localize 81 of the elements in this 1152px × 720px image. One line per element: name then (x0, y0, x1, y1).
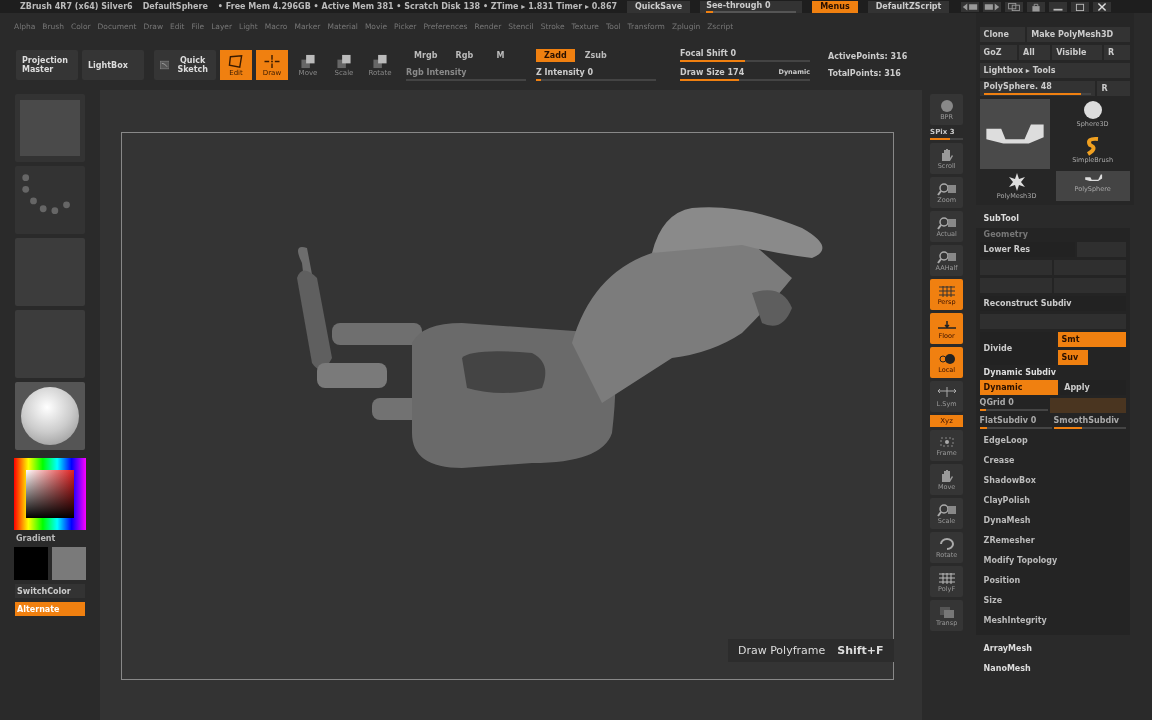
section-header[interactable]: Modify Topology (979, 552, 1126, 569)
restore-icon[interactable] (1071, 1, 1090, 12)
arrow-right-icon[interactable] (983, 1, 1002, 12)
smooth-subdiv-slider[interactable]: SmoothSubdiv (1053, 416, 1126, 429)
tool-button[interactable]: Make PolyMesh3D (1027, 27, 1130, 42)
active-points: ActivePoints: 316 (828, 52, 909, 61)
crosshair-icon (263, 53, 281, 69)
color-mode-button[interactable]: M (483, 49, 518, 62)
subtool-section-header[interactable]: NanoMesh (975, 658, 1152, 675)
tool-button[interactable]: Lightbox ▸ Tools (979, 63, 1130, 78)
qgrid-slider[interactable]: QGrid 0 (979, 398, 1048, 413)
magnifier-icon (936, 215, 957, 230)
dynamic-toggle[interactable]: Dynamic (979, 380, 1059, 395)
focal-shift-slider[interactable]: Focal Shift 0 (680, 49, 810, 62)
grid-icon (936, 283, 957, 298)
toolbar-button[interactable]: LightBox (82, 50, 144, 80)
arrow-left-icon[interactable] (961, 1, 980, 12)
subtool-section-header[interactable]: ArrayMesh (975, 638, 1152, 655)
main-color-swatch[interactable] (14, 547, 48, 580)
total-points: TotalPoints: 316 (828, 69, 902, 78)
cube-letter-icon (371, 53, 389, 69)
subtool-header[interactable]: SubTool (975, 208, 1152, 225)
tool-button[interactable]: R (1103, 45, 1130, 60)
section-header[interactable]: ClayPolish (979, 492, 1126, 509)
lock-icon[interactable] (1027, 1, 1046, 12)
reset-button[interactable]: R (1097, 81, 1130, 96)
tool-button[interactable]: All (1019, 45, 1051, 60)
depth-mode-button[interactable]: Zadd (536, 49, 575, 62)
suv-toggle[interactable]: Suv (1057, 350, 1088, 365)
switch-color-button[interactable]: SwitchColor (15, 584, 85, 598)
section-header[interactable]: Position (979, 572, 1126, 589)
quick-sketch-button[interactable]: Quick Sketch (154, 50, 216, 80)
section-header[interactable]: Crease (979, 452, 1126, 469)
model-thumbnail[interactable] (979, 99, 1050, 169)
menus-button[interactable]: Menus (812, 0, 858, 13)
sketch-icon (160, 58, 170, 72)
magnifier-icon (936, 502, 957, 517)
minimize-icon[interactable] (1049, 1, 1068, 12)
polygon-icon (227, 53, 245, 69)
document-name: DefaultSphere (142, 2, 208, 11)
secondary-color-swatch[interactable] (52, 547, 86, 580)
material-thumbnail[interactable] (15, 382, 85, 450)
section-header[interactable]: MeshIntegrity (979, 612, 1126, 629)
dynamic-subdiv-header[interactable]: Dynamic Subdiv (979, 368, 1126, 377)
memory-stats: • Free Mem 4.296GB • Active Mem 381 • Scratch Disk 138 • ZTime ▸ 1.831 Timer ▸ 0.867 (217, 2, 617, 11)
see-through-slider[interactable]: See-through 0 (700, 0, 803, 13)
windows-icon[interactable] (1005, 1, 1024, 12)
geometry-header[interactable]: Geometry (979, 230, 1126, 239)
magnifier-icon (936, 249, 957, 264)
close-icon[interactable] (1093, 1, 1112, 12)
flat-subdiv-slider[interactable]: FlatSubdiv 0 (979, 416, 1052, 429)
cube-letter-icon (299, 53, 317, 69)
z-intensity-slider[interactable]: Z Intensity 0 (536, 68, 656, 81)
current-tool-slider[interactable]: PolySphere. 48 (979, 81, 1096, 96)
section-header[interactable]: ZRemesher (979, 532, 1126, 549)
section-header[interactable]: Size (979, 592, 1126, 609)
script-button[interactable]: DefaultZScript (867, 0, 950, 13)
tooltip-shortcut: Shift+F (837, 644, 884, 657)
stroke-dots-icon[interactable] (15, 166, 85, 234)
tool-button[interactable]: Visible (1052, 45, 1102, 60)
color-mode-button[interactable]: Rgb (447, 49, 482, 62)
color-picker[interactable] (14, 458, 86, 530)
local-icon (936, 351, 957, 366)
tool-button[interactable]: GoZ (979, 45, 1017, 60)
grid-icon (936, 570, 957, 585)
depth-mode-button[interactable]: Zsub (576, 49, 615, 62)
toolbar-button[interactable]: Projection Master (16, 50, 78, 80)
brush-thumbnail[interactable] (15, 94, 85, 162)
magnifier-icon (936, 181, 957, 196)
app-title: ZBrush 4R7 (x64) Silver6 (20, 2, 133, 11)
section-header[interactable]: EdgeLoop (979, 432, 1126, 449)
tooltip-label: Draw Polyframe (737, 644, 826, 657)
quicksave-button[interactable]: QuickSave (627, 0, 691, 13)
section-header[interactable]: ShadowBox (979, 472, 1126, 489)
sym-icon (936, 385, 957, 400)
smt-toggle[interactable]: Smt (1057, 332, 1126, 347)
color-mode-button[interactable]: Mrgb (406, 49, 446, 62)
gradient-label: Gradient (16, 534, 56, 543)
cube-letter-icon (335, 53, 353, 69)
section-header[interactable]: DynaMesh (979, 512, 1126, 529)
tool-button[interactable]: Clone (979, 27, 1026, 42)
